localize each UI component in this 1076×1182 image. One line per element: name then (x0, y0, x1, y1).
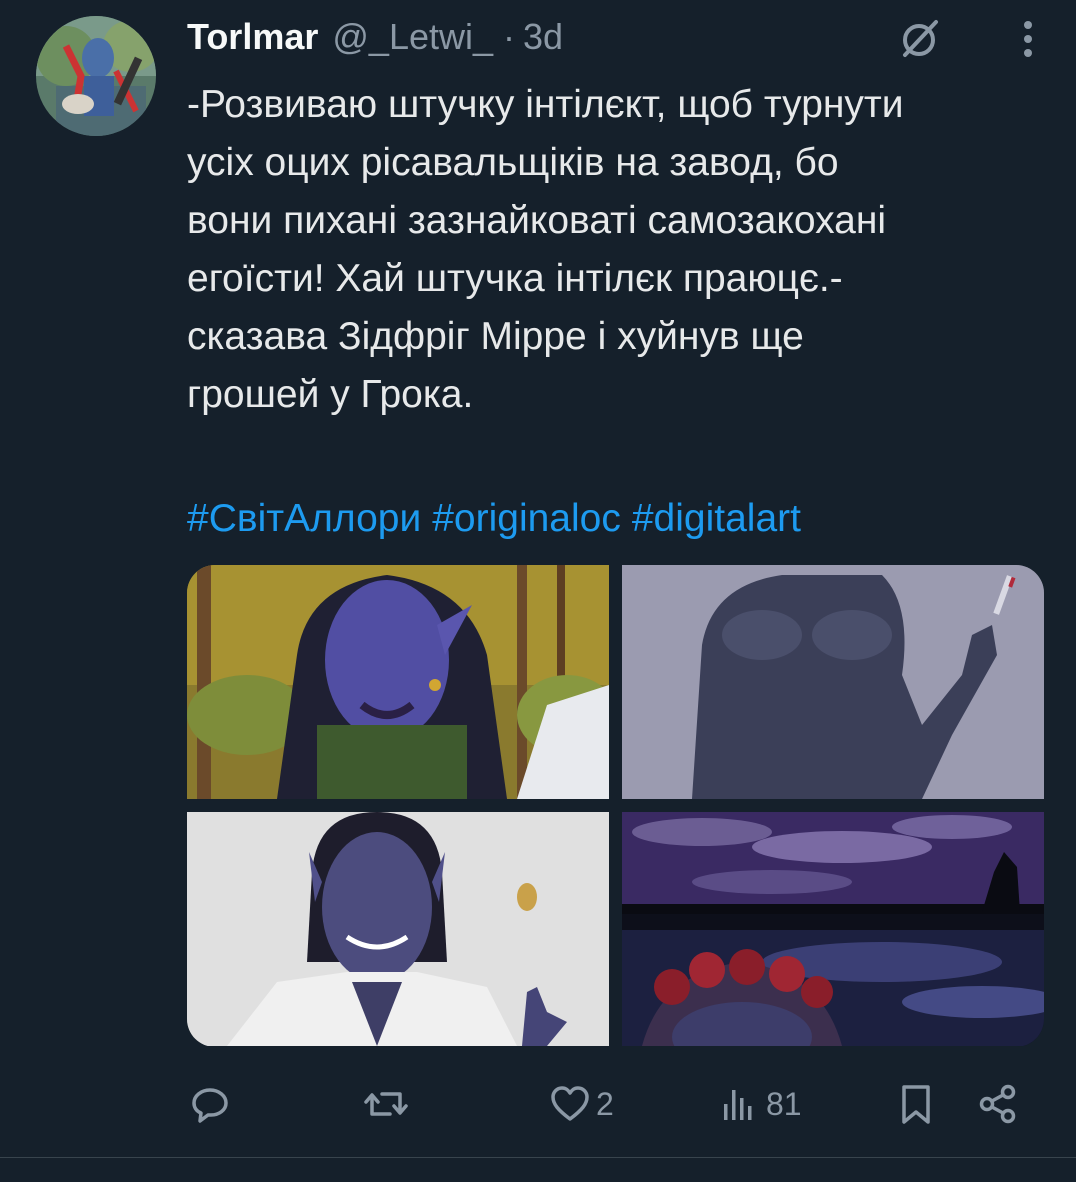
divider (0, 1157, 1076, 1158)
media-grid (187, 565, 1044, 1047)
tweet[interactable]: Torlmar @_Letwi_ · 3d -Розвиваю штучку і… (0, 0, 1076, 1158)
media-item[interactable] (622, 565, 1044, 799)
separator-dot: · (503, 16, 516, 57)
like-button[interactable]: 2 (548, 1078, 614, 1130)
portrait-elf-forest-image (187, 565, 609, 799)
handle[interactable]: @_Letwi_ (332, 14, 493, 60)
media-item[interactable] (187, 565, 609, 799)
hashtag-link[interactable]: #digitalart (632, 497, 801, 540)
views-icon (724, 1090, 752, 1120)
night-sky-roses-image (622, 812, 1044, 1046)
timestamp[interactable]: 3d (523, 14, 563, 60)
hashtag-link[interactable]: #originaloc (432, 497, 621, 540)
media-item[interactable] (187, 812, 609, 1046)
hashtag-link[interactable]: #СвітАллори (187, 497, 421, 540)
grok-icon[interactable] (892, 16, 948, 62)
share-icon (979, 1084, 1016, 1124)
retweet-icon (364, 1092, 408, 1116)
tweet-text: -Розвиваю штучку інтілєкт, щоб турнути у… (187, 83, 904, 416)
like-count: 2 (596, 1085, 614, 1122)
hashtag-list: #СвітАллори #originaloc #digitalart (187, 490, 812, 548)
media-item[interactable] (622, 812, 1044, 1046)
torso-knife-image (622, 565, 1044, 799)
more-vertical-icon[interactable] (1008, 16, 1048, 62)
avatar-image (36, 16, 156, 136)
share-button[interactable] (976, 1078, 1020, 1130)
elf-coin-toss-image (187, 812, 609, 1046)
header-actions (892, 16, 1048, 62)
avatar[interactable] (36, 16, 156, 136)
display-name[interactable]: Torlmar (187, 14, 318, 60)
tweet-header: Torlmar @_Letwi_ · 3d (187, 14, 563, 60)
views-button[interactable]: 81 (718, 1078, 802, 1130)
heart-icon (551, 1086, 589, 1121)
views-count: 81 (766, 1085, 802, 1122)
reply-button[interactable] (188, 1078, 236, 1130)
reply-icon (192, 1088, 228, 1123)
bookmark-icon (902, 1085, 930, 1124)
retweet-button[interactable] (362, 1078, 414, 1130)
tweet-actions: 2 81 (188, 1078, 1028, 1130)
bookmark-button[interactable] (894, 1078, 938, 1130)
